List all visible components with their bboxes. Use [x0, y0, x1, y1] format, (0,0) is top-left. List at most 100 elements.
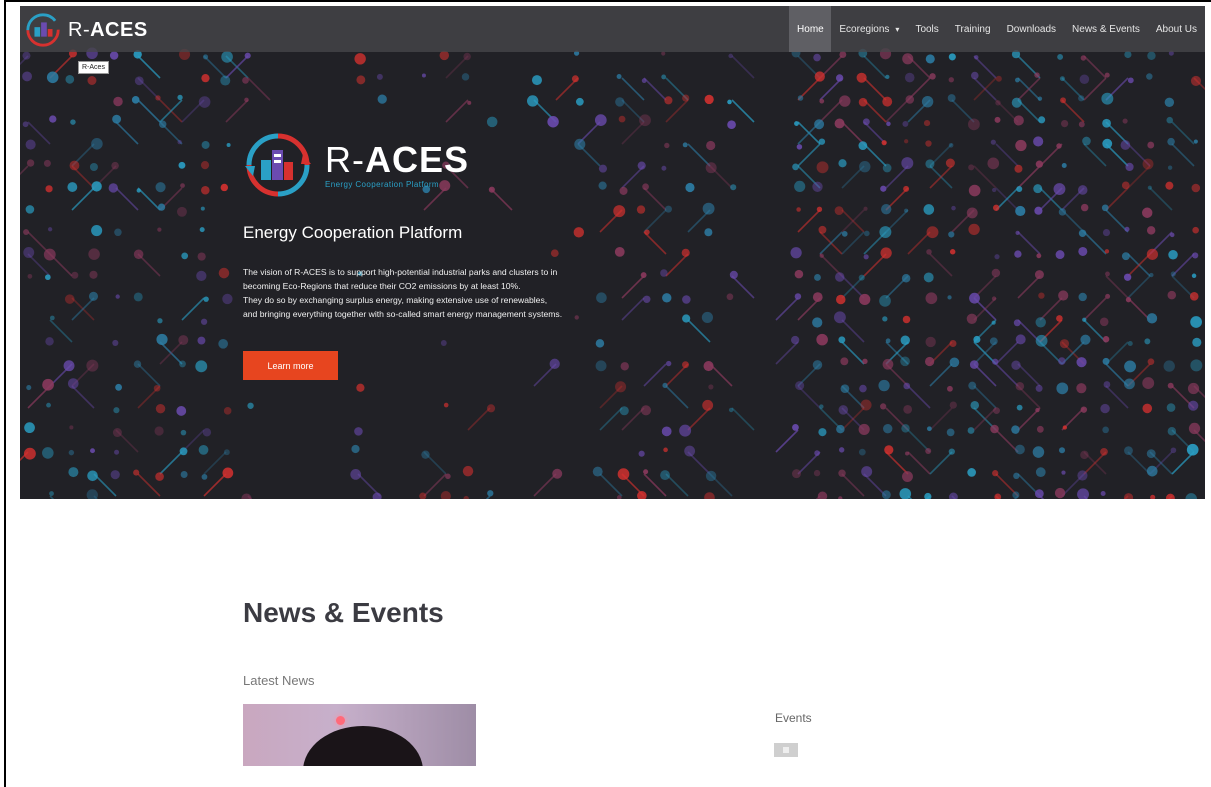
pattern-dot — [67, 182, 78, 192]
pattern-dot — [884, 445, 894, 455]
pattern-dot — [792, 424, 799, 431]
pattern-dot — [816, 333, 828, 346]
nav-item-label: About Us — [1155, 23, 1197, 35]
pattern-line — [665, 363, 689, 387]
pattern-line — [137, 363, 161, 387]
hero-logo: R-ACES Energy Cooperation Platform — [243, 131, 573, 199]
pattern-dot — [1035, 384, 1043, 392]
pattern-dot — [636, 205, 646, 214]
pattern-dot — [1035, 467, 1046, 478]
pattern-dot — [157, 318, 163, 324]
pattern-line — [137, 99, 161, 123]
pattern-dot — [43, 159, 51, 167]
nav-item-news-events[interactable]: News & Events — [1064, 6, 1148, 52]
pattern-dot — [1035, 317, 1046, 328]
pattern-dot — [1125, 162, 1134, 172]
nav-item-home[interactable]: Home — [789, 6, 832, 52]
pattern-dot — [791, 469, 801, 479]
pattern-dot — [197, 336, 206, 345]
latest-news-image[interactable] — [243, 704, 476, 766]
pattern-dot — [200, 318, 208, 325]
pattern-dot — [858, 423, 870, 435]
pattern-line — [995, 143, 1019, 167]
pattern-line — [423, 451, 447, 475]
pattern-dot — [613, 205, 626, 218]
pattern-dot — [730, 184, 737, 191]
pattern-dot — [1188, 400, 1199, 411]
pattern-line — [797, 385, 821, 409]
pattern-line — [181, 99, 205, 123]
pattern-dot — [201, 140, 210, 149]
nav-item-about-us[interactable]: About Us — [1148, 6, 1205, 52]
pattern-line — [929, 451, 953, 475]
pattern-dot — [967, 468, 976, 477]
pattern-dot — [1014, 164, 1023, 173]
pattern-dot — [858, 448, 866, 456]
nav-item-label: Downloads — [1006, 23, 1057, 35]
pattern-line — [709, 165, 733, 189]
header-logo-link[interactable]: R-ACES — [24, 11, 148, 49]
pattern-dot — [419, 492, 427, 499]
pattern-dot — [1078, 292, 1087, 302]
event-thumbnail-icon — [783, 747, 789, 753]
pattern-dot — [1058, 447, 1066, 454]
nav-item-label: Training — [954, 23, 991, 35]
pattern-dot — [87, 76, 97, 85]
pattern-line — [841, 165, 865, 189]
pattern-dot — [46, 402, 51, 408]
pattern-dot — [966, 313, 978, 325]
pattern-dot — [203, 296, 209, 302]
pattern-dot — [1102, 138, 1113, 149]
event-thumbnail[interactable] — [774, 743, 798, 757]
pattern-line — [1171, 451, 1195, 475]
pattern-dot — [356, 383, 365, 392]
pattern-line — [885, 363, 909, 387]
learn-more-button[interactable]: Learn more — [243, 351, 338, 380]
pattern-dot — [968, 381, 977, 390]
pattern-dot — [947, 94, 956, 102]
pattern-dot — [1167, 426, 1177, 436]
pattern-dot — [1100, 490, 1106, 496]
pattern-line — [1083, 297, 1107, 321]
pattern-line — [863, 55, 887, 79]
pattern-dot — [1036, 253, 1042, 259]
pattern-dot — [1102, 336, 1110, 343]
pattern-dot — [990, 139, 996, 145]
pattern-dot — [1077, 488, 1090, 499]
pattern-dot — [904, 72, 915, 83]
nav-item-training[interactable]: Training — [947, 6, 999, 52]
pattern-dot — [994, 254, 1000, 260]
pattern-dot — [439, 50, 450, 61]
pattern-dot — [421, 73, 426, 78]
pattern-dot — [900, 356, 910, 367]
nav-item-downloads[interactable]: Downloads — [999, 6, 1064, 52]
pattern-line — [973, 363, 997, 387]
pattern-line — [137, 55, 161, 79]
pattern-dot — [1038, 292, 1045, 299]
pattern-dot — [995, 75, 1002, 82]
pattern-dot — [89, 270, 98, 279]
pattern-dot — [1146, 313, 1158, 324]
nav-item-tools[interactable]: Tools — [907, 6, 946, 52]
pattern-dot — [573, 227, 584, 238]
nav-item-ecoregions[interactable]: Ecoregions ▾ — [831, 6, 907, 52]
pattern-dot — [595, 339, 605, 348]
pattern-dot — [63, 360, 75, 372]
pattern-dot — [198, 96, 211, 108]
pattern-dot — [706, 140, 716, 151]
pattern-dot — [902, 315, 911, 324]
pattern-line — [467, 407, 491, 431]
pattern-dot — [1079, 74, 1090, 85]
pattern-dot — [661, 51, 666, 56]
pattern-dot — [463, 495, 469, 499]
pattern-dot — [47, 227, 53, 232]
pattern-line — [929, 253, 953, 277]
pattern-line — [445, 99, 469, 123]
pattern-line — [1083, 231, 1107, 255]
pattern-dot — [881, 140, 887, 146]
pattern-dot — [685, 182, 695, 193]
pattern-dot — [638, 450, 645, 457]
pattern-dot — [1170, 271, 1176, 277]
pattern-dot — [177, 139, 182, 145]
pattern-dot — [818, 428, 827, 437]
